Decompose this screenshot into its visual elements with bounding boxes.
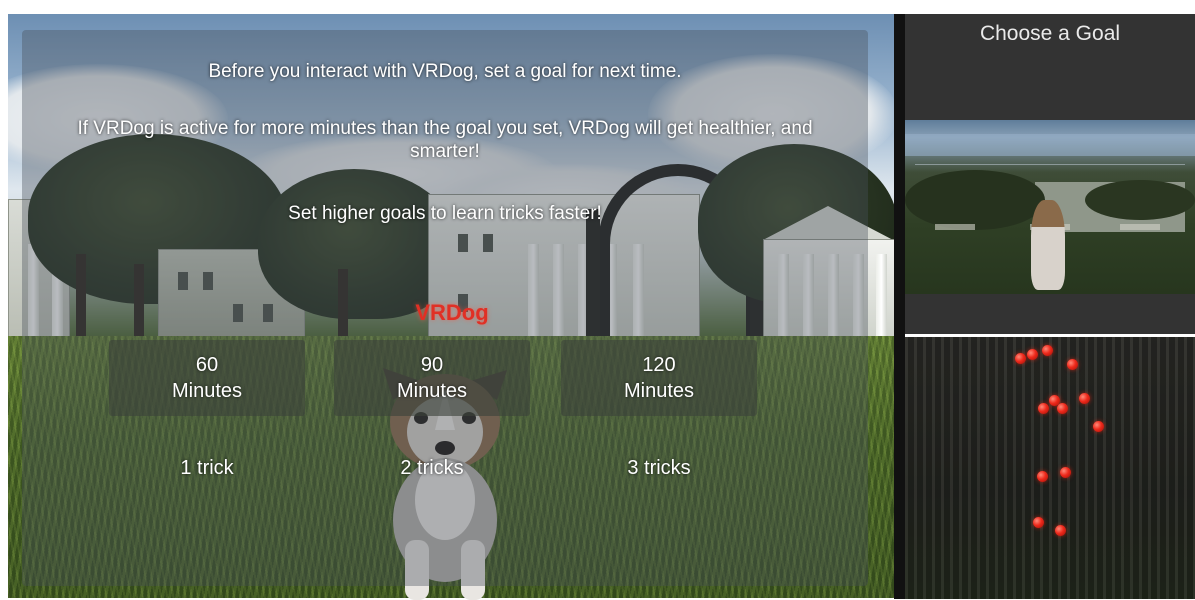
berry: [1042, 345, 1053, 356]
preview-dog-icon: [1031, 200, 1065, 290]
berry: [1057, 403, 1068, 414]
forest-view: [905, 337, 1195, 599]
preview-title: Choose a Goal: [979, 22, 1121, 45]
goal-minutes-unit: Minutes: [171, 380, 243, 402]
berry: [1038, 403, 1049, 414]
berry: [1033, 517, 1044, 528]
dog-name-label: VRDog: [415, 300, 489, 325]
berry: [1015, 353, 1026, 364]
goal-60-minutes-button[interactable]: 60 Minutes: [109, 340, 305, 416]
goal-90-minutes-button[interactable]: 90 Minutes: [334, 340, 530, 416]
instruction-higher-goals: Set higher goals to learn tricks faster!: [288, 203, 602, 224]
berry: [1037, 471, 1048, 482]
berry: [1027, 349, 1038, 360]
berry: [1055, 525, 1066, 536]
berry: [1067, 359, 1078, 370]
reward-1-trick: 1 trick: [180, 457, 234, 479]
goal-minutes-unit: Minutes: [396, 380, 468, 402]
preview-tree: [1085, 180, 1195, 220]
goal-minutes-value: 120: [642, 354, 676, 376]
goal-minutes-value: 90: [420, 354, 444, 376]
goal-minutes-value: 60: [195, 354, 219, 376]
panel-divider: [894, 14, 905, 599]
goal-panel: Before you interact with VRDog, set a go…: [22, 30, 868, 586]
berry: [1093, 421, 1104, 432]
berry: [1060, 467, 1071, 478]
instruction-active-minutes: If VRDog is active for more minutes than…: [77, 118, 813, 162]
reward-2-tricks: 2 tricks: [400, 457, 464, 479]
goal-preview-panel: Choose a Goal: [905, 14, 1195, 334]
preview-option: [1120, 224, 1160, 230]
preview-scene-thumbnail: [905, 120, 1195, 294]
preview-option: [935, 224, 975, 230]
column: [876, 254, 887, 339]
instruction-set-goal: Before you interact with VRDog, set a go…: [208, 61, 682, 82]
preview-tree: [905, 170, 1045, 230]
goal-minutes-unit: Minutes: [623, 380, 695, 402]
berry: [1079, 393, 1090, 404]
goal-120-minutes-button[interactable]: 120 Minutes: [561, 340, 757, 416]
reward-3-tricks: 3 tricks: [627, 457, 691, 479]
preview-text-strip: [905, 134, 1195, 156]
preview-text-line: [915, 164, 1185, 165]
